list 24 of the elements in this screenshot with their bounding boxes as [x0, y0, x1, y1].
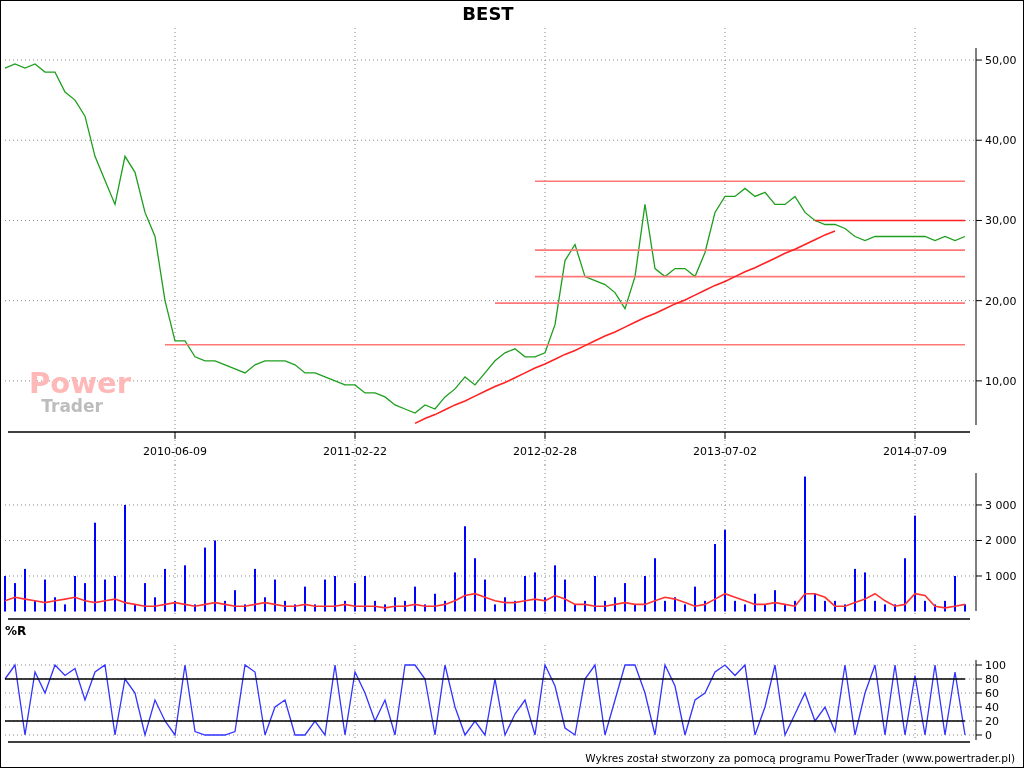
- date-label: 2014-07-09: [883, 445, 947, 458]
- axis-label: 40: [985, 701, 999, 714]
- chart-title: BEST: [462, 2, 514, 24]
- axis-label: 10,00: [985, 374, 1017, 388]
- axis-label: 20: [985, 715, 999, 728]
- axis-label: 1 000: [985, 570, 1017, 583]
- axis-label: 3 000: [985, 498, 1017, 512]
- axis-label: 20,00: [985, 294, 1017, 308]
- watermark-logo: Power: [29, 369, 131, 398]
- axis-label: 100: [985, 659, 1006, 672]
- footer-credit: Wykres został stworzony za pomocą programu PowerTrader (www.powertrader.pl): [585, 751, 1015, 764]
- date-label: 2010-06-09: [143, 445, 207, 458]
- axis-label: 60: [985, 687, 999, 700]
- axis-label: 40,00: [985, 134, 1017, 148]
- date-label: 2011-02-22: [323, 445, 387, 458]
- panel-label: %R: [5, 624, 27, 638]
- axis-label: 2 000: [985, 534, 1017, 548]
- date-label: 2013-07-02: [693, 445, 757, 458]
- axis-label: 80: [985, 673, 999, 686]
- date-label: 2012-02-28: [513, 445, 577, 458]
- axis-label: 0: [985, 729, 992, 742]
- axis-label: 50,00: [985, 54, 1017, 68]
- watermark-logo: Trader: [41, 398, 103, 415]
- axis-label: 30,00: [985, 214, 1017, 228]
